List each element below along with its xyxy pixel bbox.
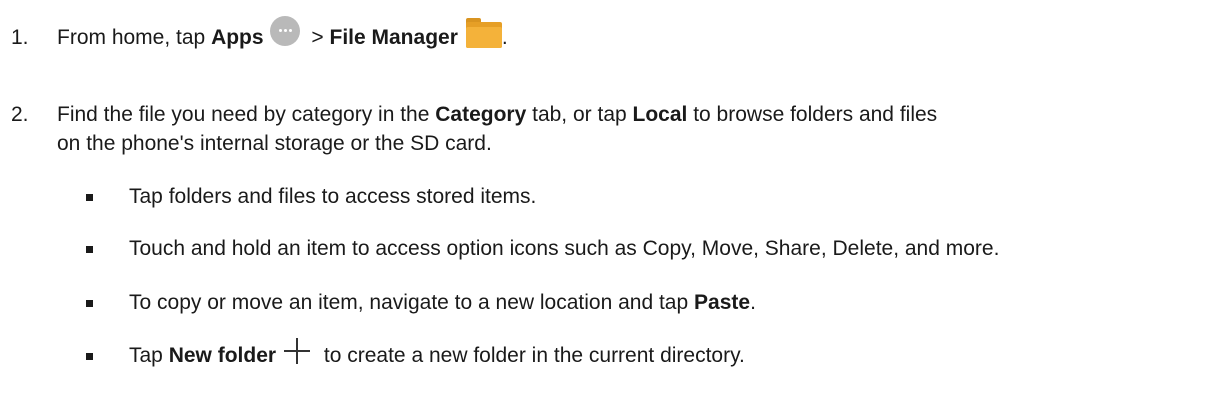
bullet-marker bbox=[86, 194, 93, 201]
bullet-marker bbox=[86, 300, 93, 307]
bullet-4-text-before: Tap bbox=[129, 344, 169, 367]
category-label: Category bbox=[435, 103, 527, 126]
file-manager-folder-icon bbox=[465, 18, 502, 48]
bullet-2-text: Touch and hold an item to access option … bbox=[129, 237, 1000, 260]
step-1-text: From home, tap Apps > File Manager . bbox=[57, 16, 508, 55]
step-2-text-a: Find the file you need by category in th… bbox=[57, 103, 436, 126]
bullet-4-text: Tap New folder to create a new folder in… bbox=[129, 338, 745, 369]
step-2-text-c: to browse folders and files bbox=[687, 103, 938, 126]
step-number-1: 1. bbox=[11, 26, 29, 49]
step-1-separator: > bbox=[305, 26, 330, 49]
bullet-marker bbox=[86, 246, 93, 253]
bullet-marker bbox=[86, 353, 93, 360]
bullet-4-text-after: to create a new folder in the current di… bbox=[318, 344, 745, 367]
step-2-text-b: tab, or tap bbox=[526, 103, 633, 126]
bullet-1-text: Tap folders and files to access stored i… bbox=[129, 185, 537, 208]
paste-label: Paste bbox=[694, 291, 751, 314]
plus-icon bbox=[284, 338, 311, 364]
step-1-text-before: From home, tap bbox=[57, 26, 212, 49]
step-number-2: 2. bbox=[11, 103, 29, 126]
bullet-3-text-after: . bbox=[750, 291, 756, 314]
bullet-3-text-before: To copy or move an item, navigate to a n… bbox=[129, 291, 695, 314]
new-folder-label: New folder bbox=[168, 344, 277, 367]
bullet-3-text: To copy or move an item, navigate to a n… bbox=[129, 290, 756, 316]
apps-icon bbox=[269, 16, 300, 46]
step-2-line-2: on the phone's internal storage or the S… bbox=[57, 132, 492, 155]
apps-label: Apps bbox=[211, 26, 264, 49]
file-manager-label: File Manager bbox=[329, 26, 458, 49]
step-2-line-1: Find the file you need by category in th… bbox=[57, 102, 937, 128]
step-1-period: . bbox=[501, 26, 508, 49]
local-label: Local bbox=[632, 103, 688, 126]
